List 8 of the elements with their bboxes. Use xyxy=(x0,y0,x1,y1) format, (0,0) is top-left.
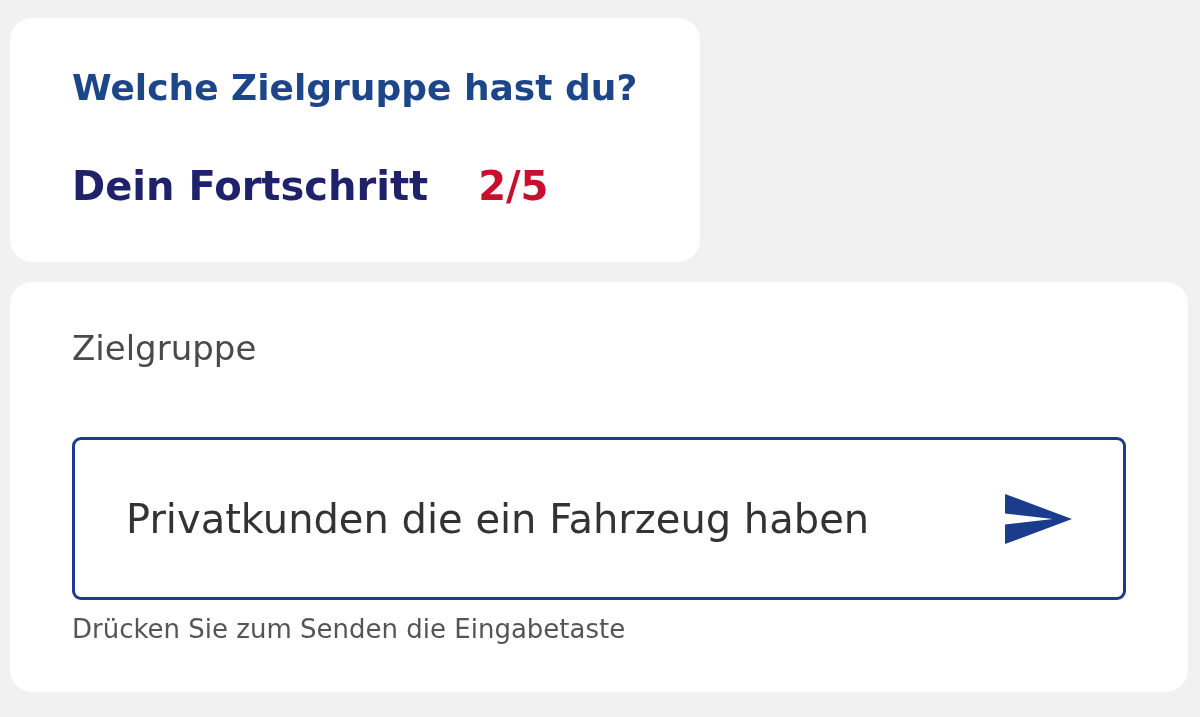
progress-count: 2/5 xyxy=(478,162,549,210)
send-button[interactable] xyxy=(1005,494,1072,544)
question-title: Welche Zielgruppe hast du? xyxy=(72,66,638,109)
progress-label: Dein Fortschritt xyxy=(72,162,429,210)
input-field[interactable]: Privatkunden die ein Fahrzeug haben xyxy=(72,437,1126,600)
hint-text: Drücken Sie zum Senden die Eingabetaste xyxy=(72,614,626,645)
field-label: Zielgruppe xyxy=(72,328,257,369)
send-icon xyxy=(1005,494,1072,544)
